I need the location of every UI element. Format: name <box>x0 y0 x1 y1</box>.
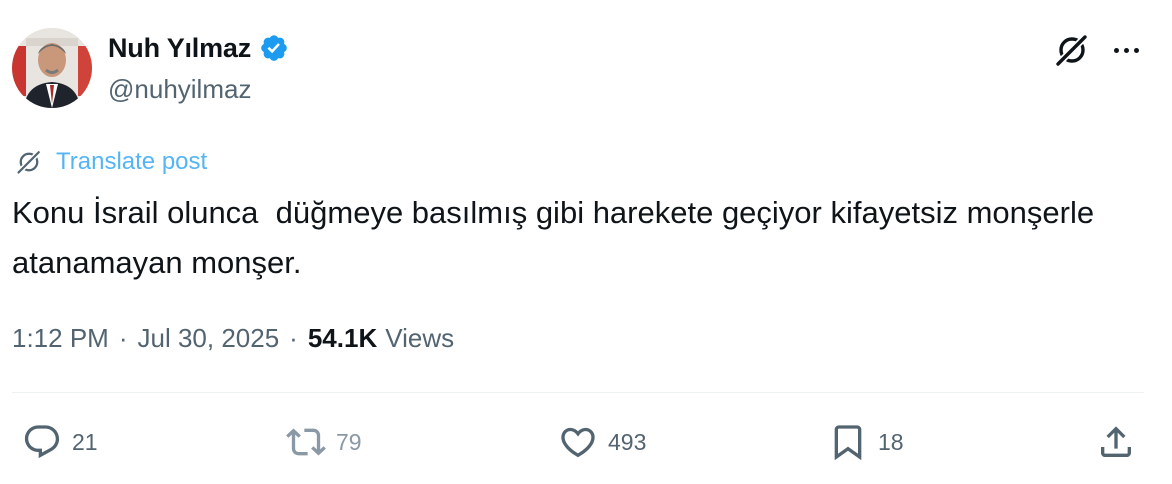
more-dot <box>1123 47 1129 53</box>
more-dot <box>1113 47 1119 53</box>
like-count: 493 <box>608 428 647 455</box>
grok-icon[interactable] <box>1052 30 1092 70</box>
views-count: 54.1K <box>307 322 378 353</box>
heart-icon <box>561 427 595 458</box>
tweet-action-bar: 21 79 493 18 <box>0 410 1172 474</box>
profile-photo <box>12 28 92 108</box>
share-button[interactable] <box>1096 420 1136 464</box>
author-display-name[interactable]: Nuh Yılmaz <box>108 33 251 64</box>
views-label: Views <box>385 322 455 353</box>
more-options-icon[interactable] <box>1106 34 1146 66</box>
share-icon <box>1101 426 1131 457</box>
like-button[interactable]: 493 <box>558 420 646 464</box>
meta-separator: · <box>118 322 128 353</box>
author-handle[interactable]: @nuhyilmaz <box>108 74 251 105</box>
tweet-date[interactable]: Jul 30, 2025 <box>138 323 280 354</box>
author-name-row[interactable]: Nuh Yılmaz <box>108 30 289 66</box>
translate-post-button[interactable]: Translate post <box>14 146 207 178</box>
repost-icon <box>286 428 326 456</box>
meta-separator: · <box>289 322 298 353</box>
bookmark-icon <box>834 425 862 461</box>
avatar[interactable] <box>12 28 92 108</box>
repost-button[interactable]: 79 <box>286 420 362 464</box>
translate-icon <box>15 149 42 176</box>
verified-badge-icon <box>259 33 289 63</box>
bookmark-count: 18 <box>878 428 904 455</box>
repost-count: 79 <box>336 428 362 455</box>
bookmark-button[interactable]: 18 <box>828 420 904 464</box>
tweet-meta: 1:12 PM · Jul 30, 2025 · 54.1K Views <box>12 320 454 356</box>
tweet-text: Konu İsrail olunca düğmeye basılmış gibi… <box>12 195 1103 280</box>
translate-post-label: Translate post <box>56 148 208 175</box>
tweet-time[interactable]: 1:12 PM <box>12 323 109 354</box>
reply-count: 21 <box>72 428 98 455</box>
divider <box>12 392 1144 393</box>
reply-icon <box>24 425 60 459</box>
reply-button[interactable]: 21 <box>22 420 98 464</box>
more-dot <box>1133 47 1139 53</box>
